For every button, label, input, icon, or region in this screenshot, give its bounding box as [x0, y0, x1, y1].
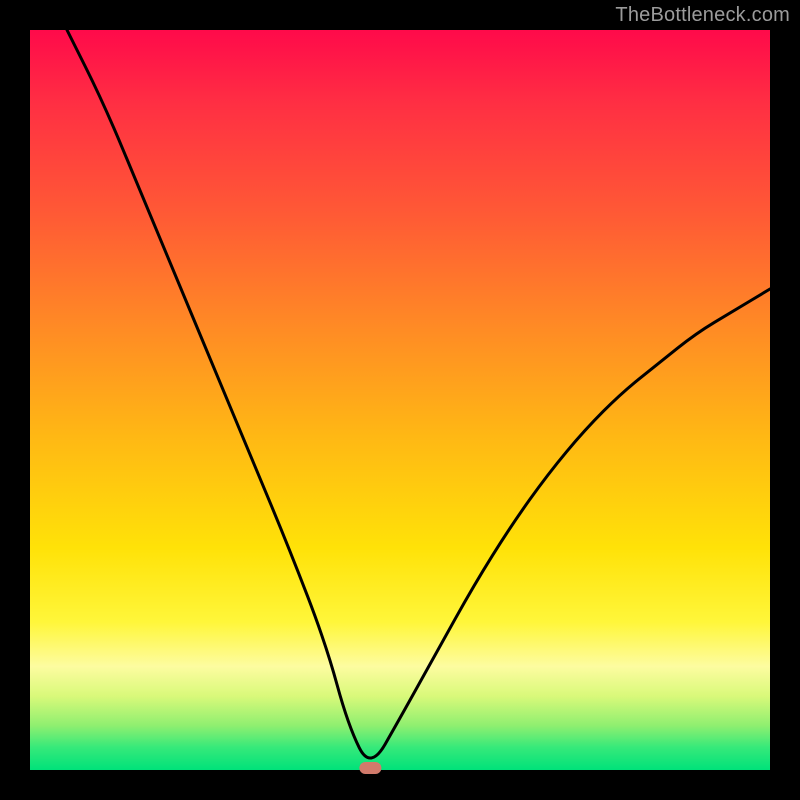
bottleneck-curve: [67, 30, 770, 758]
plot-svg: [30, 30, 770, 770]
watermark-text: TheBottleneck.com: [615, 4, 790, 27]
plot-area: [30, 30, 770, 770]
minimum-marker: [359, 762, 381, 774]
chart-frame: TheBottleneck.com: [0, 0, 800, 800]
